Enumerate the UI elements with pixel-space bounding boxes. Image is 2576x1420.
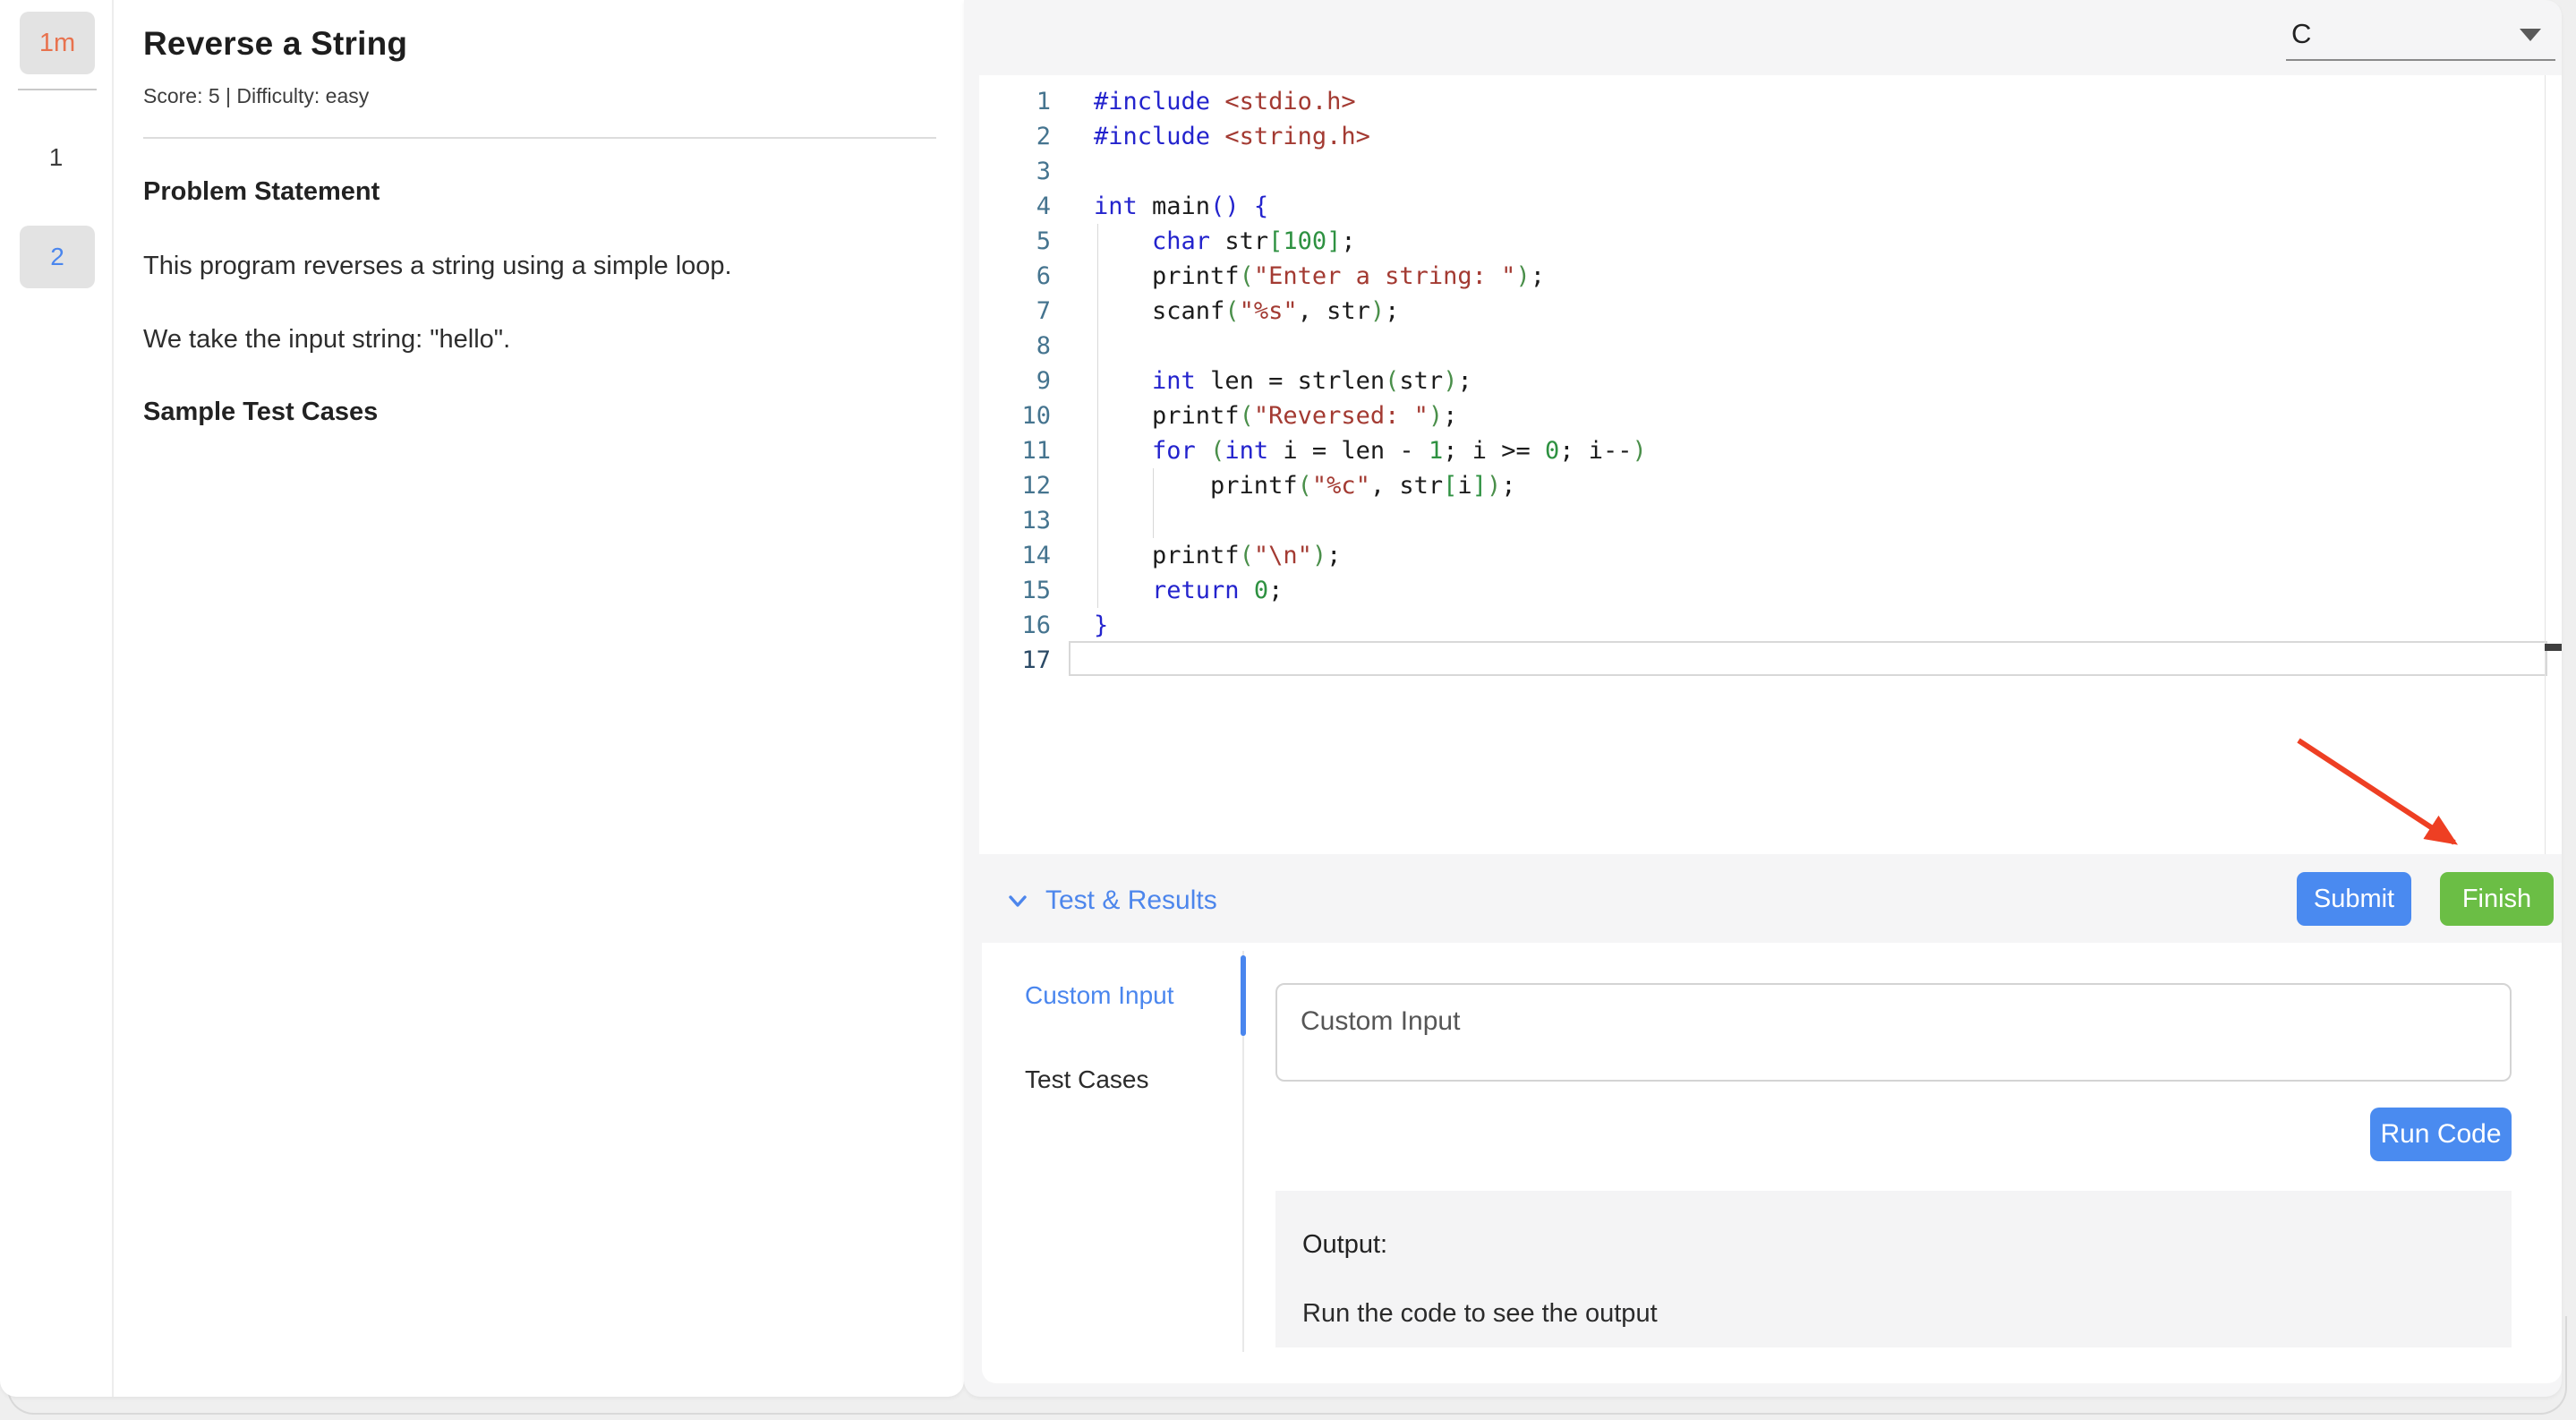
dropdown-arrow-icon (2520, 29, 2541, 41)
scrollbar-handle[interactable] (2545, 644, 2562, 651)
code-line[interactable]: 14 printf("\n"); (979, 538, 2562, 573)
code-text (1074, 503, 1094, 538)
code-line[interactable]: 8 (979, 329, 2562, 364)
output-label: Output: (1302, 1230, 2485, 1260)
code-line[interactable]: 4int main() { (979, 189, 2562, 224)
sample-test-cases-heading: Sample Test Cases (143, 398, 378, 427)
timer-badge: 1m (20, 12, 95, 74)
code-line[interactable]: 1#include <stdio.h> (979, 84, 2562, 119)
code-text: int main() { (1074, 189, 1268, 224)
problem-divider (143, 137, 936, 139)
code-text: printf("Reversed: "); (1074, 398, 1457, 433)
code-line[interactable]: 11 for (int i = len - 1; i >= 0; i--) (979, 433, 2562, 468)
code-text: return 0; (1074, 573, 1283, 608)
code-line[interactable]: 12 printf("%c", str[i]); (979, 468, 2562, 503)
test-results-label: Test & Results (1045, 885, 1217, 916)
code-line[interactable]: 3 (979, 154, 2562, 189)
line-number: 12 (979, 468, 1074, 503)
code-text (1074, 329, 1094, 364)
line-number: 1 (979, 84, 1074, 119)
line-number: 17 (979, 643, 1074, 678)
line-number: 14 (979, 538, 1074, 573)
output-placeholder: Run the code to see the output (1302, 1299, 2485, 1329)
line-number: 7 (979, 294, 1074, 329)
line-number: 11 (979, 433, 1074, 468)
line-number: 3 (979, 154, 1074, 189)
code-text: #include <stdio.h> (1074, 84, 1356, 119)
question-nav-1[interactable]: 1 (0, 143, 112, 172)
code-line[interactable]: 15 return 0; (979, 573, 2562, 608)
code-line[interactable]: 9 int len = strlen(str); (979, 364, 2562, 398)
tab-test-cases[interactable]: Test Cases (1025, 1065, 1149, 1094)
code-text: printf("%c", str[i]); (1074, 468, 1515, 503)
output-box: Output: Run the code to see the output (1275, 1191, 2512, 1347)
line-number: 5 (979, 224, 1074, 259)
problem-title: Reverse a String (143, 25, 407, 63)
code-line[interactable]: 2#include <string.h> (979, 119, 2562, 154)
chevron-down-icon (1002, 885, 1033, 916)
language-select[interactable]: C (2286, 11, 2555, 61)
line-number: 13 (979, 503, 1074, 538)
problem-statement-heading: Problem Statement (143, 177, 380, 207)
run-code-button[interactable]: Run Code (2370, 1108, 2512, 1161)
code-text: printf("\n"); (1074, 538, 1341, 573)
code-line[interactable]: 13 (979, 503, 2562, 538)
active-tab-indicator (1241, 955, 1246, 1036)
finish-button[interactable]: Finish (2440, 872, 2554, 926)
code-line[interactable]: 5 char str[100]; (979, 224, 2562, 259)
code-line[interactable]: 10 printf("Reversed: "); (979, 398, 2562, 433)
line-number: 2 (979, 119, 1074, 154)
code-line[interactable]: 7 scanf("%s", str); (979, 294, 2562, 329)
timer-value: 1m (39, 29, 75, 58)
code-text: for (int i = len - 1; i >= 0; i--) (1074, 433, 1647, 468)
code-editor[interactable]: 1#include <stdio.h>2#include <string.h>3… (979, 75, 2562, 854)
line-number: 10 (979, 398, 1074, 433)
code-text: #include <string.h> (1074, 119, 1370, 154)
code-text (1074, 154, 1094, 189)
code-line[interactable]: 17 (979, 643, 2562, 678)
timer-divider (18, 89, 97, 90)
test-results-toggle[interactable]: Test & Results (1002, 881, 1217, 920)
problem-meta: Score: 5 | Difficulty: easy (143, 84, 369, 108)
code-text: printf("Enter a string: "); (1074, 259, 1545, 294)
custom-input-field[interactable] (1275, 983, 2512, 1082)
question-nav-2[interactable]: 2 (20, 226, 95, 288)
code-text: char str[100]; (1074, 224, 1356, 259)
problem-card: 1m 1 2 Reverse a String Score: 5 | Diffic… (0, 0, 964, 1397)
code-line[interactable]: 6 printf("Enter a string: "); (979, 259, 2562, 294)
line-number: 6 (979, 259, 1074, 294)
problem-paragraph-2: We take the input string: "hello". (143, 325, 510, 355)
tab-custom-input[interactable]: Custom Input (1025, 981, 1174, 1010)
code-text: } (1074, 608, 1108, 643)
code-line[interactable]: 16} (979, 608, 2562, 643)
scrollbar-track (2545, 75, 2546, 854)
submit-button[interactable]: Submit (2297, 872, 2411, 926)
line-number: 8 (979, 329, 1074, 364)
line-number: 16 (979, 608, 1074, 643)
code-text: scanf("%s", str); (1074, 294, 1399, 329)
code-text: int len = strlen(str); (1074, 364, 1472, 398)
sidebar-divider (112, 0, 114, 1397)
problem-paragraph-1: This program reverses a string using a s… (143, 252, 732, 281)
code-text (1074, 643, 1094, 678)
line-number: 9 (979, 364, 1074, 398)
line-number: 4 (979, 189, 1074, 224)
language-value: C (2291, 18, 2311, 50)
page: 1m 12 Reverse a String Score: 5 | Diffic… (0, 0, 2576, 1420)
line-number: 15 (979, 573, 1074, 608)
